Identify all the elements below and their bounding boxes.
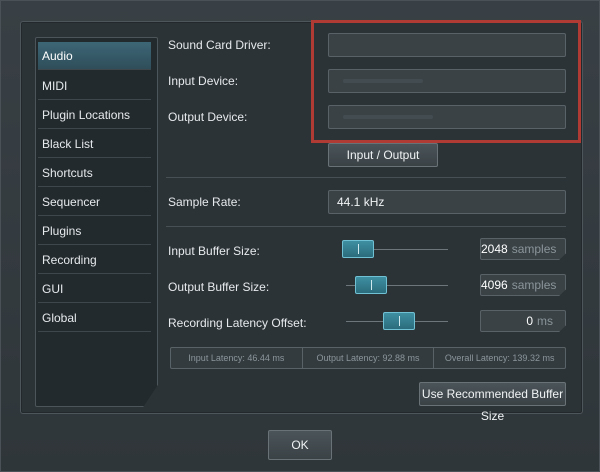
sidebar-item-midi[interactable]: MIDI [38, 72, 151, 100]
latency-offset-slider-thumb[interactable] [383, 312, 415, 330]
use-recommended-buffer-button[interactable]: Use Recommended Buffer Size [419, 382, 566, 423]
blurred-text [343, 79, 423, 83]
sidebar-item-black-list[interactable]: Black List [38, 130, 151, 158]
sample-rate-select[interactable]: 44.1 kHz [328, 190, 566, 214]
input-latency-text: Input Latency: 46.44 ms [171, 348, 303, 368]
sound-card-driver-select[interactable] [328, 33, 566, 57]
output-buffer-value: 4096 [481, 278, 508, 292]
output-buffer-label: Output Buffer Size: [168, 280, 270, 294]
sidebar-item-plugins[interactable]: Plugins [38, 217, 151, 245]
blurred-text [343, 115, 433, 119]
sound-card-driver-label: Sound Card Driver: [168, 38, 271, 52]
output-buffer-slider-thumb[interactable] [355, 276, 387, 294]
sidebar-item-plugin-locations[interactable]: Plugin Locations [38, 101, 151, 129]
output-device-select[interactable] [328, 105, 566, 129]
sidebar-item-global[interactable]: Global [38, 304, 151, 332]
sidebar-item-recording[interactable]: Recording [38, 246, 151, 274]
input-device-label: Input Device: [168, 74, 239, 88]
input-buffer-label: Input Buffer Size: [168, 244, 260, 258]
settings-sidebar: Audio MIDI Plugin Locations Black List S… [35, 37, 158, 407]
sidebar-item-gui[interactable]: GUI [38, 275, 151, 303]
output-latency-text: Output Latency: 92.88 ms [303, 348, 435, 368]
latency-offset-value: 0 [526, 314, 533, 328]
sidebar-item-audio[interactable]: Audio [38, 42, 151, 70]
sidebar-item-sequencer[interactable]: Sequencer [38, 188, 151, 216]
input-buffer-value-box[interactable]: 2048 samples [480, 238, 566, 260]
ok-button[interactable]: OK [268, 430, 332, 460]
sample-rate-label: Sample Rate: [168, 195, 241, 209]
output-buffer-value-box[interactable]: 4096 samples [480, 274, 566, 296]
latency-offset-unit: ms [537, 314, 553, 328]
input-buffer-slider-thumb[interactable] [342, 240, 374, 258]
output-device-label: Output Device: [168, 110, 248, 124]
sidebar-item-shortcuts[interactable]: Shortcuts [38, 159, 151, 187]
overall-latency-text: Overall Latency: 139.32 ms [444, 353, 555, 363]
input-buffer-unit: samples [511, 242, 557, 256]
latency-info-bar: Input Latency: 46.44 ms Output Latency: … [170, 347, 566, 369]
input-device-select[interactable] [328, 69, 566, 93]
input-output-button[interactable]: Input / Output [328, 143, 438, 167]
latency-offset-value-box[interactable]: 0 ms [480, 310, 566, 332]
input-buffer-value: 2048 [481, 242, 508, 256]
output-buffer-unit: samples [511, 278, 557, 292]
divider [166, 177, 566, 178]
sample-rate-value: 44.1 kHz [337, 195, 385, 209]
divider [166, 226, 566, 227]
latency-offset-label: Recording Latency Offset: [168, 316, 307, 330]
